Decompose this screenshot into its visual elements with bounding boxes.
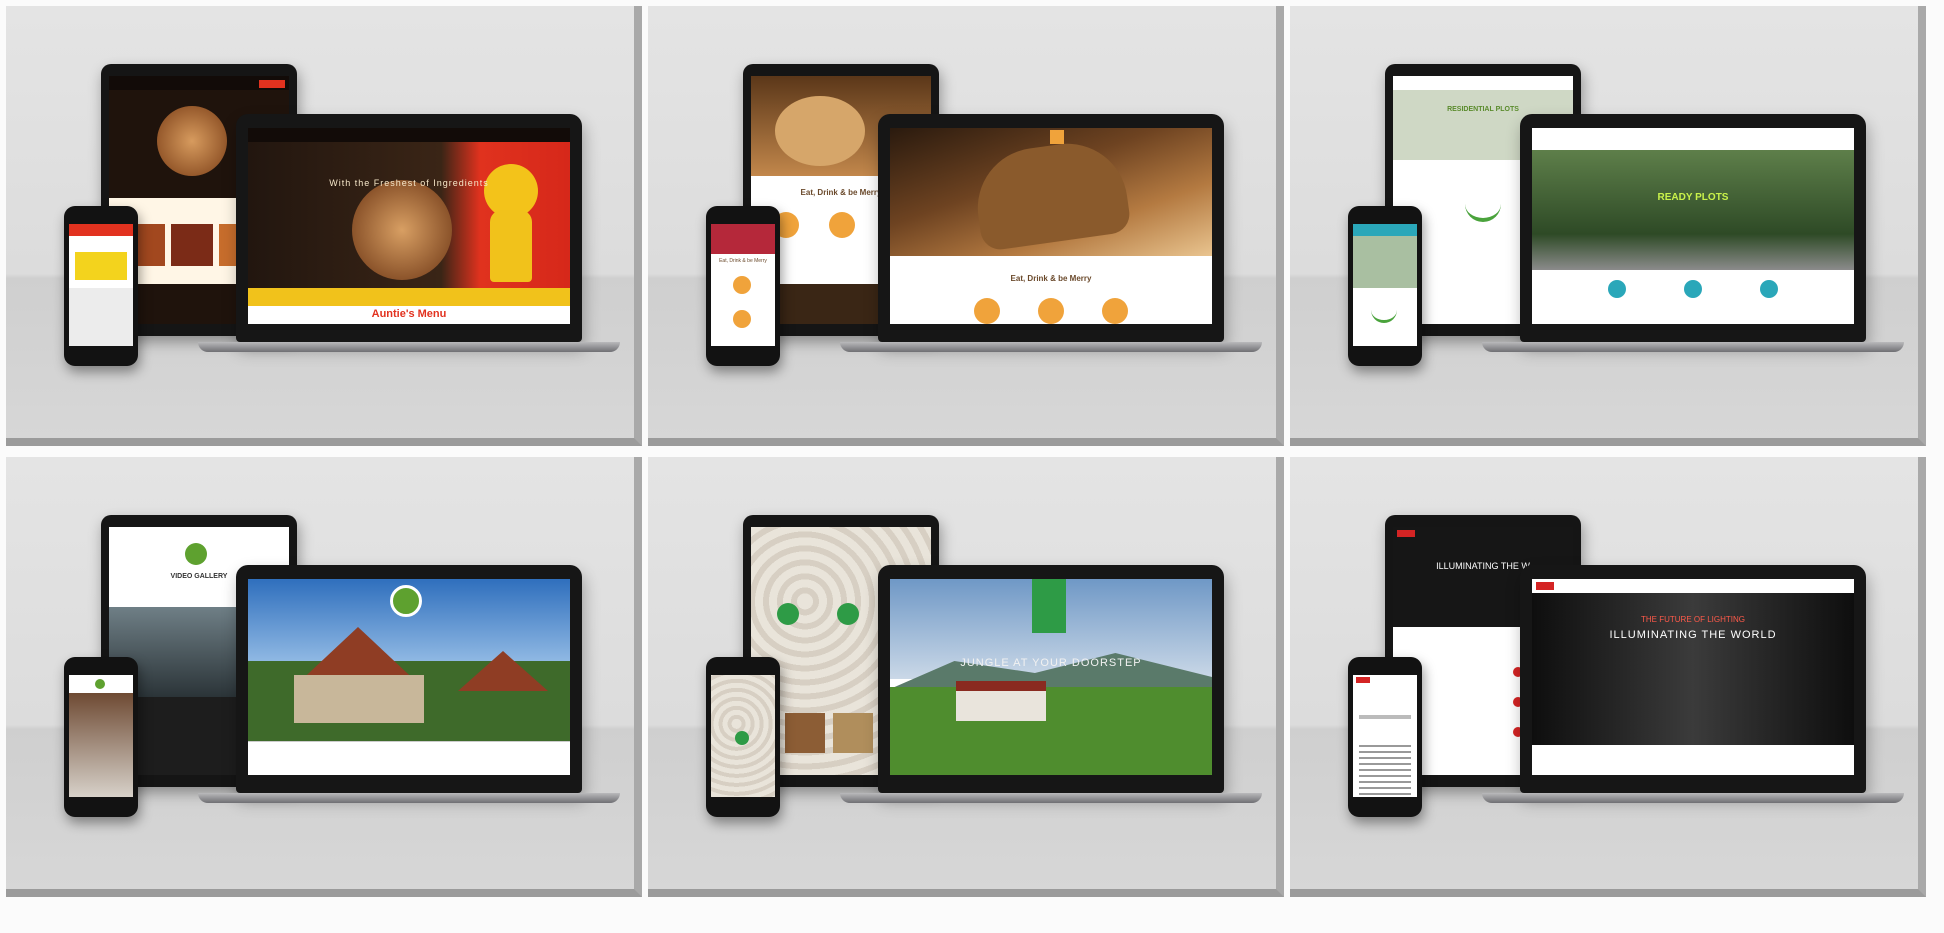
laptop-screen: READY PLOTS	[1532, 128, 1854, 324]
phone-screen	[1353, 675, 1417, 797]
phone-device: Eat, Drink & be Merry	[706, 206, 780, 366]
laptop-hero-heading: ILLUMINATING THE WORLD	[1609, 629, 1777, 641]
laptop-device: With the Freshest of Ingredients Auntie'…	[198, 114, 620, 352]
laptop-device: THE FUTURE OF LIGHTING ILLUMINATING THE …	[1482, 565, 1904, 803]
phone-device	[706, 657, 780, 817]
laptop-hero-heading: READY PLOTS	[1657, 192, 1729, 203]
laptop-menu-title: Auntie's Menu	[371, 308, 447, 320]
laptop-kicker: THE FUTURE OF LIGHTING	[1641, 615, 1745, 624]
phone-tagline: Eat, Drink & be Merry	[719, 258, 767, 264]
phone-device	[64, 206, 138, 366]
phone-screen	[69, 224, 133, 346]
laptop-screen: Eat, Drink & be Merry	[890, 128, 1212, 324]
laptop-device: JUNGLE AT YOUR DOORSTEP	[840, 565, 1262, 803]
mockup-tile-restaurant: With the Freshest of Ingredients Auntie'…	[6, 6, 642, 446]
laptop-device: Eat, Drink & be Merry	[840, 114, 1262, 352]
mockup-tile-lighting: ILLUMINATING THE W THE FUTURE OF LIGHTIN…	[1290, 457, 1926, 897]
mockup-tile-resort: VIDEO GALLERY	[6, 457, 642, 897]
phone-device	[1348, 206, 1422, 366]
phone-device	[64, 657, 138, 817]
laptop-hero-heading: JUNGLE AT YOUR DOORSTEP	[960, 657, 1142, 669]
phone-screen	[711, 675, 775, 797]
mockup-tile-jungle: JUNGLE AT YOUR DOORSTEP	[648, 457, 1284, 897]
laptop-device: READY PLOTS	[1482, 114, 1904, 352]
laptop-screen: THE FUTURE OF LIGHTING ILLUMINATING THE …	[1532, 579, 1854, 775]
laptop-screen: JUNGLE AT YOUR DOORSTEP	[890, 579, 1212, 775]
tablet-heading: RESIDENTIAL PLOTS	[1447, 106, 1519, 113]
laptop-screen	[248, 579, 570, 775]
laptop-tagline: Eat, Drink & be Merry	[1010, 274, 1092, 283]
mockup-tile-residential: RESIDENTIAL PLOTS READY PLOTS	[1290, 6, 1926, 446]
phone-screen	[1353, 224, 1417, 346]
laptop-hero-heading: With the Freshest of Ingredients	[329, 178, 489, 188]
phone-screen	[69, 675, 133, 797]
laptop-device	[198, 565, 620, 803]
mockup-tile-bakery: Eat, Drink & be Merry Eat, Drink & be Me…	[648, 6, 1284, 446]
phone-device	[1348, 657, 1422, 817]
laptop-screen: With the Freshest of Ingredients Auntie'…	[248, 128, 570, 324]
phone-screen: Eat, Drink & be Merry	[711, 224, 775, 346]
